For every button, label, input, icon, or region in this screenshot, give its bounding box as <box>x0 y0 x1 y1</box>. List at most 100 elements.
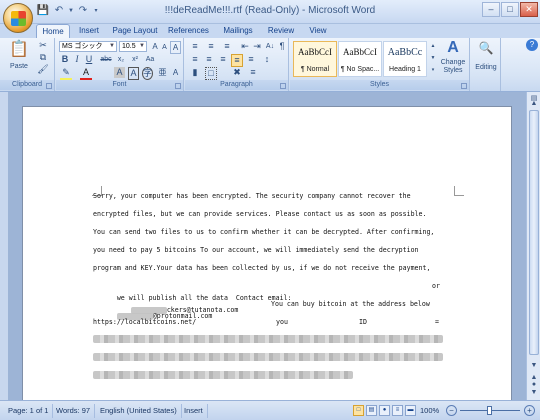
style-normal-name: ¶ Normal <box>300 66 330 73</box>
decrease-indent-icon[interactable]: ⇤ <box>239 41 251 52</box>
paste-icon[interactable]: 📋 <box>8 40 30 60</box>
zoom-slider-thumb[interactable] <box>487 406 492 415</box>
web-layout-view-icon[interactable]: ● <box>379 405 390 416</box>
bullets-icon[interactable]: ≡ <box>189 41 201 52</box>
minimize-icon[interactable]: – <box>482 2 500 17</box>
style-normal[interactable]: AaBbCcI ¶ Normal <box>293 41 337 77</box>
outline-view-icon[interactable]: ≡ <box>392 405 403 416</box>
distributed-icon[interactable]: ≡ <box>245 54 257 65</box>
font-name-combo[interactable]: MS ゴシック ▼ <box>59 41 117 52</box>
asian-typography-icon[interactable]: ≡ <box>247 67 259 78</box>
multilevel-list-icon[interactable]: ≡ <box>221 41 233 52</box>
paragraph-dialog-launcher-icon[interactable] <box>280 83 286 89</box>
status-page[interactable]: Page: 1 of 1 <box>4 404 54 418</box>
shrink-font-icon[interactable]: A <box>160 42 169 53</box>
font-size-dropdown-icon[interactable]: ▼ <box>139 42 145 51</box>
asian-layout-icon[interactable]: A <box>170 67 181 78</box>
borders-icon[interactable]: □ <box>205 67 217 80</box>
copy-icon[interactable]: ⧉ <box>37 52 49 63</box>
tab-insert[interactable]: Insert <box>76 24 102 38</box>
change-case-icon[interactable]: Aa <box>144 54 156 65</box>
sort-icon[interactable]: A↓ <box>265 41 275 52</box>
grow-font-icon[interactable]: A <box>150 41 160 52</box>
next-page-icon[interactable]: ▼ <box>528 387 540 398</box>
document-line-url: https://localbitcoins.net/ <box>93 318 197 326</box>
superscript-icon[interactable]: x² <box>129 54 141 65</box>
zoom-level[interactable]: 100% <box>416 404 443 418</box>
tab-home[interactable]: Home <box>36 24 70 38</box>
italic-icon[interactable]: I <box>72 54 82 65</box>
enclose-characters-icon[interactable]: 字 <box>142 67 153 80</box>
text-direction-icon[interactable]: ✖ <box>231 67 243 78</box>
subscript-icon[interactable]: x₂ <box>115 54 127 65</box>
styles-dialog-launcher-icon[interactable] <box>461 83 467 89</box>
underline-icon[interactable]: U <box>84 54 94 65</box>
document-line-or: or <box>432 282 440 290</box>
align-right-icon[interactable]: ≡ <box>217 54 229 65</box>
window-title: !!!deReadMe!!!.rtf (Read-Only) - Microso… <box>164 5 376 16</box>
paragraph-shading-icon[interactable]: ▮ <box>189 67 201 78</box>
strikethrough-icon[interactable]: abc <box>100 54 112 65</box>
tab-references[interactable]: References <box>168 24 209 38</box>
align-center-icon[interactable]: ≡ <box>203 54 215 65</box>
ribbon: 📋 Paste ✂ ⧉ 🖌 Clipboard MS ゴシック ▼ 10.5 ▼… <box>0 38 540 92</box>
paste-button[interactable]: Paste <box>6 61 32 72</box>
font-size-combo[interactable]: 10.5 ▼ <box>119 41 147 52</box>
editing-button[interactable]: Editing <box>471 62 501 73</box>
scroll-thumb[interactable] <box>529 110 539 355</box>
maximize-icon[interactable]: □ <box>501 2 519 17</box>
font-dialog-launcher-icon[interactable] <box>175 83 181 89</box>
clipboard-dialog-launcher-icon[interactable] <box>46 83 52 89</box>
zoom-out-icon[interactable]: − <box>446 405 457 416</box>
help-icon[interactable]: ? <box>526 39 538 51</box>
clear-formatting-icon[interactable]: A <box>170 41 181 54</box>
show-formatting-icon[interactable]: ¶ <box>277 41 287 52</box>
style-heading-1[interactable]: AaBbCc Heading 1 <box>383 41 427 77</box>
phonetic-guide-icon[interactable]: 亜 <box>157 67 168 78</box>
scroll-up-icon[interactable]: ▲ <box>528 98 540 109</box>
scroll-down-icon[interactable]: ▼ <box>528 360 540 371</box>
tab-page-layout[interactable]: Page Layout <box>112 24 158 38</box>
increase-indent-icon[interactable]: ⇥ <box>251 41 263 52</box>
justify-icon[interactable]: ≡ <box>231 54 243 67</box>
font-group: MS ゴシック ▼ 10.5 ▼ A A A B I U abc x₂ x² A… <box>56 38 184 91</box>
character-shading-icon[interactable]: A <box>114 67 125 78</box>
paragraph-group-label: Paragraph <box>185 80 288 90</box>
style-no-spacing[interactable]: AaBbCcI ¶ No Spac... <box>338 41 382 77</box>
line-spacing-icon[interactable]: ↕ <box>261 54 273 65</box>
vertical-scrollbar[interactable]: ▤ ▲ ▼ ▲ ● ▼ <box>526 92 540 400</box>
status-words[interactable]: Words: 97 <box>52 404 96 418</box>
styles-more-icon[interactable]: ▾ <box>429 65 437 76</box>
editing-icon[interactable]: 🔍 <box>476 40 496 56</box>
office-logo-icon <box>11 11 26 26</box>
zoom-in-icon[interactable]: + <box>524 405 535 416</box>
tab-review[interactable]: Review <box>266 24 296 38</box>
print-layout-view-icon[interactable]: □ <box>353 405 364 416</box>
document-line: program and KEY.Your data has been colle… <box>93 264 431 272</box>
font-color-icon[interactable]: A <box>80 67 92 81</box>
office-button[interactable] <box>3 3 33 33</box>
font-name-dropdown-icon[interactable]: ▼ <box>109 42 115 51</box>
crop-mark-top-right <box>454 186 464 196</box>
full-screen-reading-view-icon[interactable]: ▤ <box>366 405 377 416</box>
status-language[interactable]: English (United States) <box>96 404 182 418</box>
tab-view[interactable]: View <box>306 24 330 38</box>
format-painter-icon[interactable]: 🖌 <box>37 64 49 75</box>
tab-mailings[interactable]: Mailings <box>221 24 255 38</box>
cut-icon[interactable]: ✂ <box>37 40 49 51</box>
numbering-icon[interactable]: ≡ <box>205 41 217 52</box>
styles-scroll-down-icon[interactable]: ▼ <box>429 53 437 64</box>
bold-icon[interactable]: B <box>60 54 70 65</box>
document-line: Sorry, your computer has been encrypted.… <box>93 192 411 200</box>
align-left-icon[interactable]: ≡ <box>189 54 201 65</box>
text-highlight-icon[interactable]: ✎ <box>60 67 72 81</box>
styles-scroll-up-icon[interactable]: ▲ <box>429 41 437 52</box>
change-styles-button[interactable]: Change Styles <box>438 59 468 75</box>
paragraph-group: ≡ ≡ ≡ ⇤ ⇥ A↓ ¶ ≡ ≡ ≡ ≡ ≡ ↕ ▮ □ ✖ ≡ Parag… <box>185 38 289 91</box>
change-styles-icon[interactable]: A <box>441 39 465 57</box>
document-page[interactable]: Sorry, your computer has been encrypted.… <box>22 106 512 400</box>
character-border-icon[interactable]: A <box>128 67 139 80</box>
draft-view-icon[interactable]: ▬ <box>405 405 416 416</box>
close-icon[interactable]: ✕ <box>520 2 538 17</box>
status-mode[interactable]: Insert <box>180 404 208 418</box>
